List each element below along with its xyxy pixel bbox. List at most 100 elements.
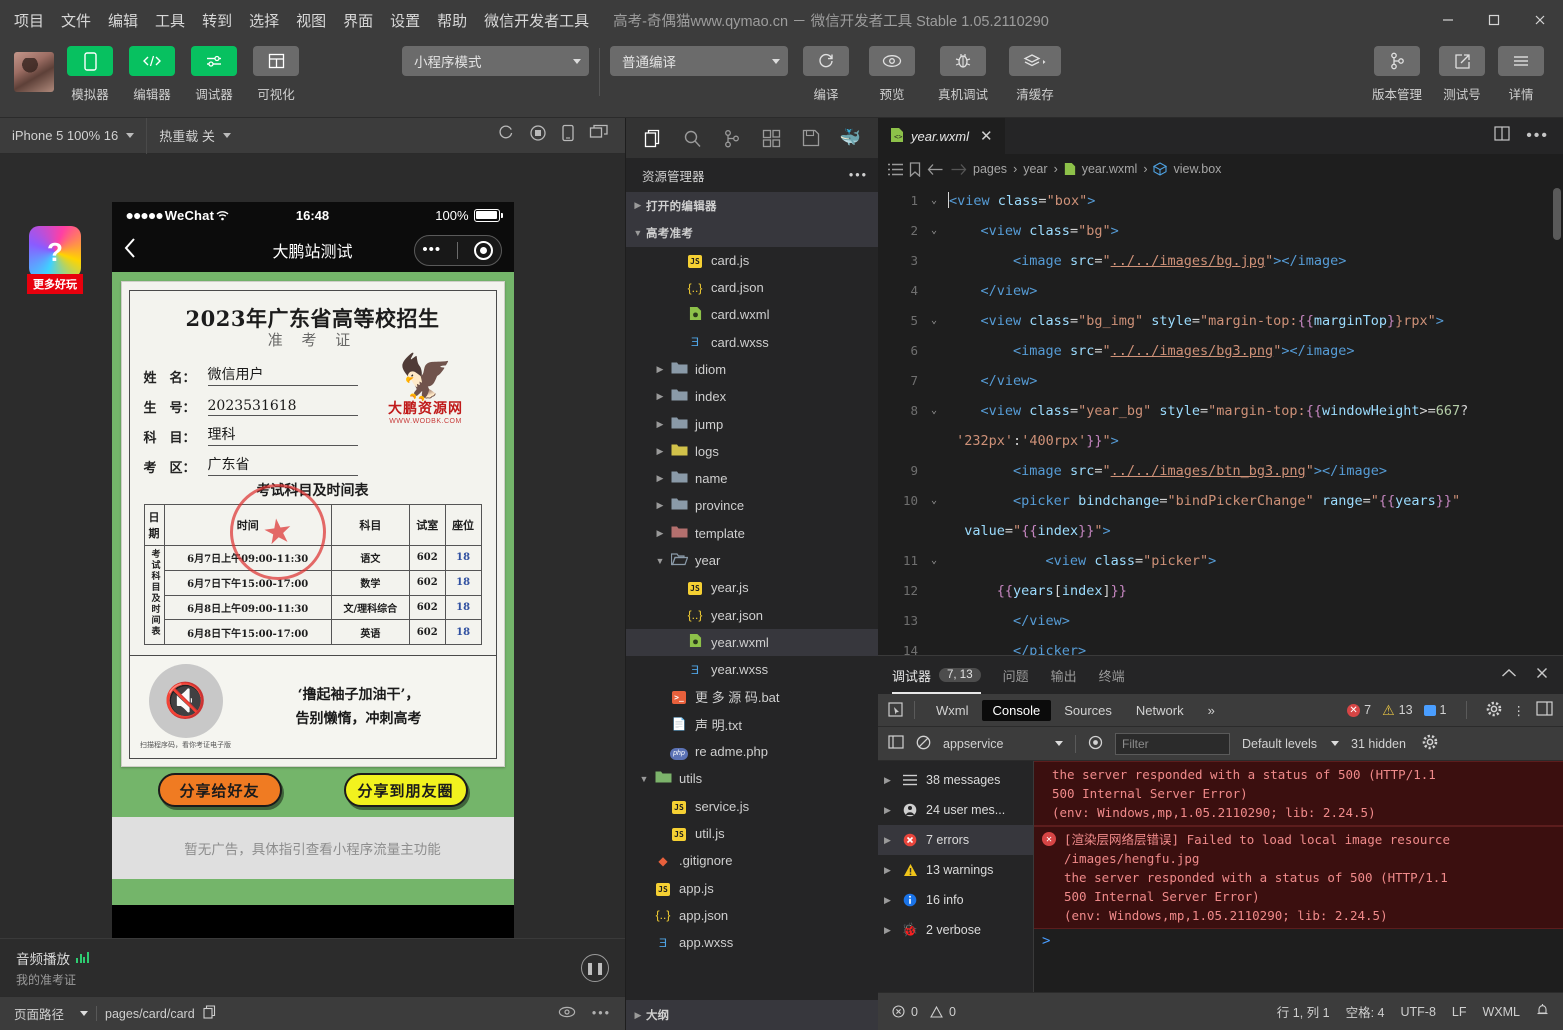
group-warnings[interactable]: ▶ 13 warnings xyxy=(878,855,1033,885)
pause-icon[interactable]: ❚❚ xyxy=(581,954,609,982)
outline-section[interactable]: ▶ 大纲 xyxy=(626,1000,878,1030)
breadcrumb-symbol[interactable]: view.box xyxy=(1173,162,1221,176)
tree-folder-logs[interactable]: ▶logs xyxy=(626,438,878,465)
forward-arrow-icon[interactable] xyxy=(950,163,967,176)
hot-reload-select[interactable]: 热重载 关 xyxy=(147,118,243,154)
more-games-badge[interactable]: ? 更多好玩 xyxy=(27,226,83,294)
tree-file-app.json[interactable]: {..}app.json xyxy=(626,902,878,929)
menu-item-select[interactable]: 选择 xyxy=(249,10,279,31)
error-count-badge[interactable]: ✕ 7 xyxy=(1347,703,1371,717)
test-account-button[interactable]: 测试号 xyxy=(1431,46,1493,103)
eol-setting[interactable]: LF xyxy=(1452,1005,1467,1019)
breadcrumb-file[interactable]: year.wxml xyxy=(1082,162,1138,176)
record-icon[interactable] xyxy=(529,124,547,147)
group-user-messages[interactable]: ▶ 24 user mes... xyxy=(878,795,1033,825)
log-levels-select[interactable]: Default levels xyxy=(1242,737,1339,751)
cursor-position[interactable]: 行 1, 列 1 xyxy=(1277,1002,1330,1021)
devtools-tab-sources[interactable]: Sources xyxy=(1053,700,1123,721)
settings-icon[interactable] xyxy=(1422,734,1438,753)
menu-item-goto[interactable]: 转到 xyxy=(202,10,232,31)
tree-file-service.js[interactable]: JSservice.js xyxy=(626,793,878,820)
toggle-debugger[interactable]: 调试器 xyxy=(188,46,240,103)
maximize-icon[interactable] xyxy=(1471,0,1517,40)
indent-setting[interactable]: 空格: 4 xyxy=(1346,1002,1385,1021)
more-icon[interactable]: ••• xyxy=(1526,127,1549,145)
context-select[interactable]: appservice xyxy=(943,737,1063,751)
source-control-icon[interactable] xyxy=(718,124,746,152)
list-icon[interactable] xyxy=(888,163,903,176)
group-messages[interactable]: ▶ 38 messages xyxy=(878,765,1033,795)
console-filter-input[interactable]: Filter xyxy=(1115,733,1230,755)
code-area[interactable]: 1⌄<view class="box"> 2⌄ <view class="bg"… xyxy=(878,184,1563,655)
devtools-tab-console[interactable]: Console xyxy=(982,700,1052,721)
menu-item-settings[interactable]: 设置 xyxy=(390,10,420,31)
tree-file-year.js[interactable]: JSyear.js xyxy=(626,574,878,601)
toggle-editor[interactable]: 编辑器 xyxy=(126,46,178,103)
tree-file-year.json[interactable]: {..}year.json xyxy=(626,601,878,628)
inspect-icon[interactable] xyxy=(888,702,904,718)
close-icon[interactable]: ✕ xyxy=(980,127,993,145)
capsule-button[interactable]: ••• xyxy=(414,235,502,266)
tree-file-year.wxss[interactable]: Ǝyear.wxss xyxy=(626,656,878,683)
tree-folder-utils[interactable]: ▼utils xyxy=(626,765,878,792)
share-to-moments-button[interactable]: 分享到朋友圈 xyxy=(344,773,468,807)
tree-file-.bat[interactable]: >_更 多 源 码.bat xyxy=(626,683,878,710)
group-errors[interactable]: ▶ 7 errors xyxy=(878,825,1033,855)
files-icon[interactable] xyxy=(640,124,668,152)
compile-button[interactable]: 编译 xyxy=(798,46,854,103)
more-icon[interactable]: ••• xyxy=(592,1006,611,1021)
eye-icon[interactable] xyxy=(1088,735,1103,753)
back-chevron-icon[interactable] xyxy=(124,237,137,264)
tree-file-util.js[interactable]: JSutil.js xyxy=(626,820,878,847)
breadcrumb-year[interactable]: year xyxy=(1023,162,1047,176)
tab-debugger[interactable]: 调试器 7, 13 xyxy=(892,656,981,694)
explorer-more-icon[interactable]: ••• xyxy=(849,168,868,182)
section-open-editors[interactable]: ▶ 打开的编辑器 xyxy=(626,192,878,219)
rotate-device-icon[interactable] xyxy=(561,124,575,147)
tab-problems[interactable]: 问题 xyxy=(1003,656,1029,694)
message-count-badge[interactable]: 1 xyxy=(1424,703,1447,717)
section-project-root[interactable]: ▼ 高考准考 xyxy=(626,219,878,246)
menu-item-devtools[interactable]: 微信开发者工具 xyxy=(484,10,589,31)
group-verbose[interactable]: ▶ 🐞 2 verbose xyxy=(878,915,1033,945)
sidebar-icon[interactable] xyxy=(888,735,904,752)
version-management-button[interactable]: 版本管理 xyxy=(1363,46,1431,103)
close-icon[interactable] xyxy=(1517,0,1563,40)
kebab-icon[interactable]: ⋮ xyxy=(1513,703,1526,718)
encoding[interactable]: UTF-8 xyxy=(1400,1005,1435,1019)
tree-file-card.wxss[interactable]: Ǝcard.wxss xyxy=(626,328,878,355)
devtools-more-tabs[interactable]: » xyxy=(1197,700,1226,721)
devtools-tab-network[interactable]: Network xyxy=(1125,700,1195,721)
tab-year-wxml[interactable]: <> year.wxml ✕ xyxy=(878,118,1006,154)
tab-terminal[interactable]: 终端 xyxy=(1099,656,1125,694)
tree-folder-jump[interactable]: ▶jump xyxy=(626,410,878,437)
language-mode[interactable]: WXML xyxy=(1483,1005,1521,1019)
tree-folder-template[interactable]: ▶template xyxy=(626,520,878,547)
tree-file-app.wxss[interactable]: Ǝapp.wxss xyxy=(626,929,878,956)
tree-file-card.wxml[interactable]: card.wxml xyxy=(626,301,878,328)
chevron-up-icon[interactable] xyxy=(1501,666,1517,685)
menu-item-view[interactable]: 视图 xyxy=(296,10,326,31)
group-info[interactable]: ▶ 16 info xyxy=(878,885,1033,915)
tree-file-readme.php[interactable]: phpre adme.php xyxy=(626,738,878,765)
bookmark-icon[interactable] xyxy=(909,162,921,177)
preview-button[interactable]: 预览 xyxy=(864,46,920,103)
tree-file-.gitignore[interactable]: ◆.gitignore xyxy=(626,847,878,874)
copy-icon[interactable] xyxy=(203,1005,216,1022)
multi-window-icon[interactable] xyxy=(589,124,609,147)
code-scrollbar[interactable] xyxy=(1553,188,1561,240)
close-icon[interactable] xyxy=(1535,666,1549,685)
back-arrow-icon[interactable] xyxy=(927,163,944,176)
console-prompt[interactable]: > xyxy=(1034,929,1563,953)
bell-icon[interactable] xyxy=(1536,1003,1549,1020)
menu-item-file[interactable]: 文件 xyxy=(61,10,91,31)
clear-cache-button[interactable]: 清缓存 xyxy=(1006,46,1064,103)
tree-file-year.wxml[interactable]: year.wxml xyxy=(626,629,878,656)
refresh-icon[interactable] xyxy=(497,124,515,147)
tree-file-.txt[interactable]: 📄声 明.txt xyxy=(626,711,878,738)
warning-count-badge[interactable]: ⚠ 13 xyxy=(1382,702,1412,719)
docker-icon[interactable]: 🐳 xyxy=(836,124,864,152)
search-icon[interactable] xyxy=(679,124,707,152)
real-device-debug-button[interactable]: 真机调试 xyxy=(930,46,996,103)
clear-console-icon[interactable] xyxy=(916,735,931,753)
